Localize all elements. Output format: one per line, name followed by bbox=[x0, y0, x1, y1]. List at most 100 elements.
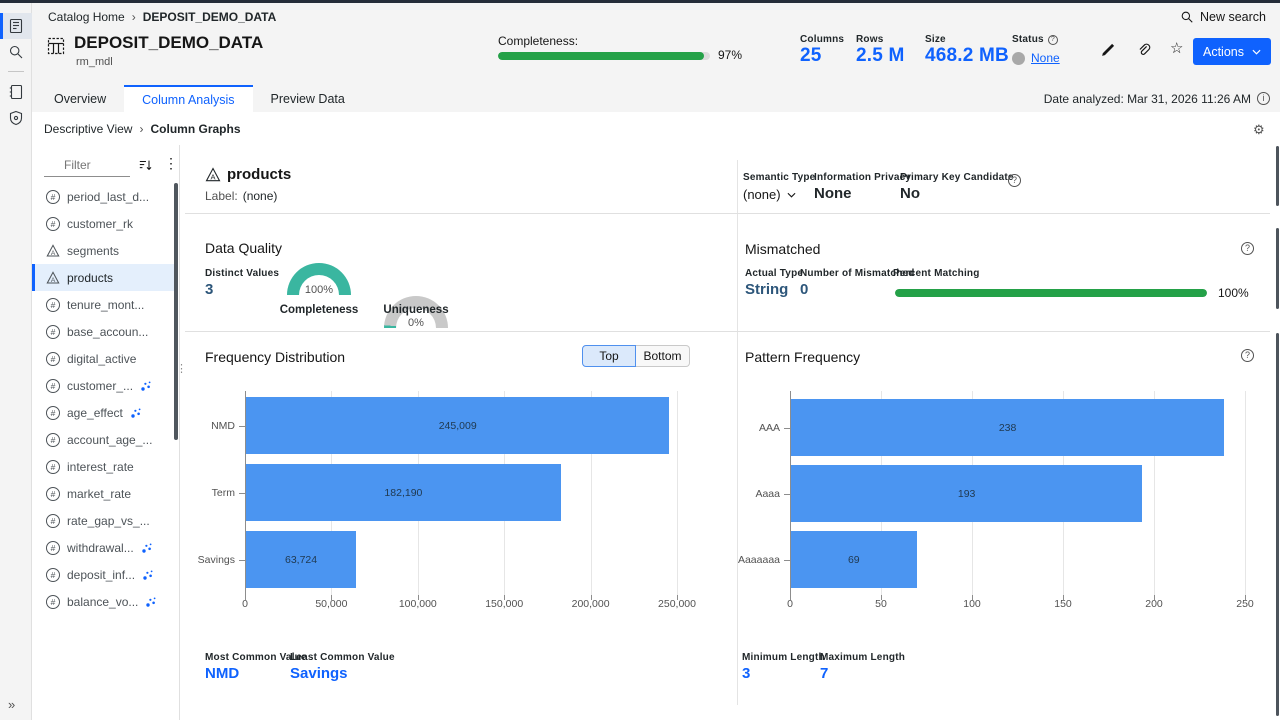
rail-catalog-icon[interactable] bbox=[0, 13, 32, 39]
favorite-button[interactable]: ☆ bbox=[1170, 39, 1183, 57]
pattern-frequency-help-icon[interactable]: ? bbox=[1241, 349, 1254, 362]
svg-text:A: A bbox=[210, 172, 215, 181]
status-dot bbox=[1012, 52, 1025, 65]
related-items-button[interactable] bbox=[1136, 42, 1152, 58]
numeric-type-icon: # bbox=[46, 298, 60, 312]
breadcrumb-separator: › bbox=[132, 10, 136, 24]
status-label: Status bbox=[1012, 34, 1044, 45]
overflow-menu-icon[interactable]: ⋮ bbox=[164, 155, 178, 172]
toggle-bottom-button[interactable]: Bottom bbox=[636, 345, 690, 367]
filter-input[interactable] bbox=[44, 153, 130, 177]
left-nav-rail: » bbox=[0, 3, 32, 720]
sidebar-item-period_last_d[interactable]: #period_last_d... bbox=[32, 183, 176, 210]
frequency-distribution-title: Frequency Distribution bbox=[205, 349, 345, 365]
main-scrollbar[interactable] bbox=[1276, 333, 1279, 716]
rail-notebook-icon[interactable] bbox=[0, 79, 32, 105]
tab-column-analysis[interactable]: Column Analysis bbox=[124, 85, 252, 112]
distinct-values-label: Distinct Values bbox=[205, 268, 279, 279]
mismatched-help-icon[interactable]: ? bbox=[1241, 242, 1254, 255]
section-divider-1 bbox=[185, 213, 1270, 214]
numeric-type-icon: # bbox=[46, 460, 60, 474]
sidebar-item-customer_rk[interactable]: #customer_rk bbox=[32, 210, 176, 237]
insight-icon bbox=[141, 542, 153, 554]
paperclip-icon bbox=[1136, 42, 1152, 58]
percent-matching-bar-fill bbox=[895, 289, 1207, 297]
distinct-values-value: 3 bbox=[205, 281, 279, 298]
sidebar-item-withdrawal[interactable]: #withdrawal... bbox=[32, 534, 176, 561]
category-tick bbox=[239, 426, 245, 427]
sidebar-item-segments[interactable]: Asegments bbox=[32, 237, 176, 264]
sort-icon[interactable] bbox=[138, 158, 153, 172]
pencil-icon bbox=[1100, 42, 1116, 58]
section-divider-2 bbox=[185, 331, 1270, 332]
max-length-label: Maximum Length bbox=[820, 652, 905, 663]
numeric-type-icon: # bbox=[46, 352, 60, 366]
least-common-label: Least Common Value bbox=[290, 652, 395, 663]
actions-button[interactable]: Actions bbox=[1193, 38, 1271, 65]
settings-gear-icon[interactable]: ⚙ bbox=[1253, 122, 1265, 138]
sidebar-item-digital_active[interactable]: #digital_active bbox=[32, 345, 176, 372]
insight-icon bbox=[140, 380, 152, 392]
breadcrumb-catalog-home[interactable]: Catalog Home bbox=[48, 10, 125, 24]
gridline bbox=[677, 391, 678, 595]
svg-text:A: A bbox=[51, 277, 56, 284]
sidebar-scrollbar[interactable] bbox=[174, 183, 178, 440]
category-label: Aaaaaaa bbox=[735, 531, 780, 588]
panel-resize-handle[interactable]: ⋮ bbox=[176, 366, 187, 373]
category-label: Term bbox=[195, 464, 235, 521]
rail-governance-icon[interactable] bbox=[0, 105, 32, 131]
category-label: Aaaa bbox=[735, 465, 780, 522]
sidebar-item-customer_[interactable]: #customer_... bbox=[32, 372, 176, 399]
x-tick-label: 50 bbox=[841, 598, 921, 610]
rail-search-icon[interactable] bbox=[0, 39, 32, 65]
sidebar-item-products[interactable]: Aproducts bbox=[32, 264, 176, 291]
x-tick-label: 0 bbox=[205, 598, 285, 610]
x-tick-label: 150 bbox=[1023, 598, 1103, 610]
sidebar-item-rate_gap_vs_[interactable]: #rate_gap_vs_... bbox=[32, 507, 176, 534]
info-icon[interactable]: i bbox=[1257, 92, 1270, 105]
label-value: (none) bbox=[243, 189, 278, 203]
percent-matching-label: Percent Matching bbox=[893, 268, 980, 279]
sidebar-item-base_accoun[interactable]: #base_accoun... bbox=[32, 318, 176, 345]
sidebar-item-deposit_inf[interactable]: #deposit_inf... bbox=[32, 561, 176, 588]
sidebar-item-balance_vo[interactable]: #balance_vo... bbox=[32, 588, 176, 615]
numeric-type-icon: # bbox=[46, 190, 60, 204]
category-tick bbox=[239, 493, 245, 494]
status-value-link[interactable]: None bbox=[1031, 51, 1060, 65]
sidebar-item-age_effect[interactable]: #age_effect bbox=[32, 399, 176, 426]
breadcrumb-asset: DEPOSIT_DEMO_DATA bbox=[143, 10, 277, 24]
sidebar-item-interest_rate[interactable]: #interest_rate bbox=[32, 453, 176, 480]
new-search-button[interactable]: New search bbox=[1180, 10, 1266, 24]
column-header-help-icon[interactable]: ? bbox=[1008, 174, 1021, 187]
bar-NMD: 245,009 bbox=[246, 397, 669, 454]
breadcrumb-descriptive-view[interactable]: Descriptive View bbox=[44, 122, 132, 136]
completeness-label: Completeness: bbox=[498, 34, 578, 48]
tab-preview-data[interactable]: Preview Data bbox=[253, 85, 363, 112]
sidebar-item-market_rate[interactable]: #market_rate bbox=[32, 480, 176, 507]
pk-candidate-value: No bbox=[900, 185, 1014, 202]
completeness-gauge-pct: 100% bbox=[287, 284, 351, 296]
status-help-icon[interactable]: ? bbox=[1048, 35, 1058, 45]
max-length-value: 7 bbox=[820, 665, 905, 682]
main-scrollbar[interactable] bbox=[1276, 146, 1279, 206]
sidebar-item-tenure_mont[interactable]: #tenure_mont... bbox=[32, 291, 176, 318]
tab-overview[interactable]: Overview bbox=[36, 85, 124, 112]
numeric-type-icon: # bbox=[46, 406, 60, 420]
edit-button[interactable] bbox=[1100, 42, 1116, 58]
x-tick-label: 0 bbox=[750, 598, 830, 610]
completeness-gauge-label: Completeness bbox=[274, 304, 364, 316]
x-tick-label: 250 bbox=[1205, 598, 1280, 610]
asset-title: DEPOSIT_DEMO_DATA bbox=[74, 33, 263, 53]
actual-type-value: String bbox=[745, 281, 803, 298]
completeness-pct: 97% bbox=[718, 48, 742, 62]
main-scrollbar[interactable] bbox=[1276, 228, 1279, 309]
size-label: Size bbox=[925, 34, 1009, 45]
column-list-panel: ⋮ #period_last_d...#customer_rkAsegments… bbox=[32, 145, 180, 720]
insight-icon bbox=[130, 407, 142, 419]
app-window: » Catalog Home › DEPOSIT_DEMO_DATA New s… bbox=[0, 0, 1280, 720]
x-tick-label: 200,000 bbox=[551, 598, 631, 610]
semantic-type-dropdown[interactable]: (none) bbox=[743, 187, 815, 202]
expand-rail-button[interactable]: » bbox=[8, 697, 15, 712]
sidebar-item-account_age_[interactable]: #account_age_... bbox=[32, 426, 176, 453]
toggle-top-button[interactable]: Top bbox=[582, 345, 636, 367]
